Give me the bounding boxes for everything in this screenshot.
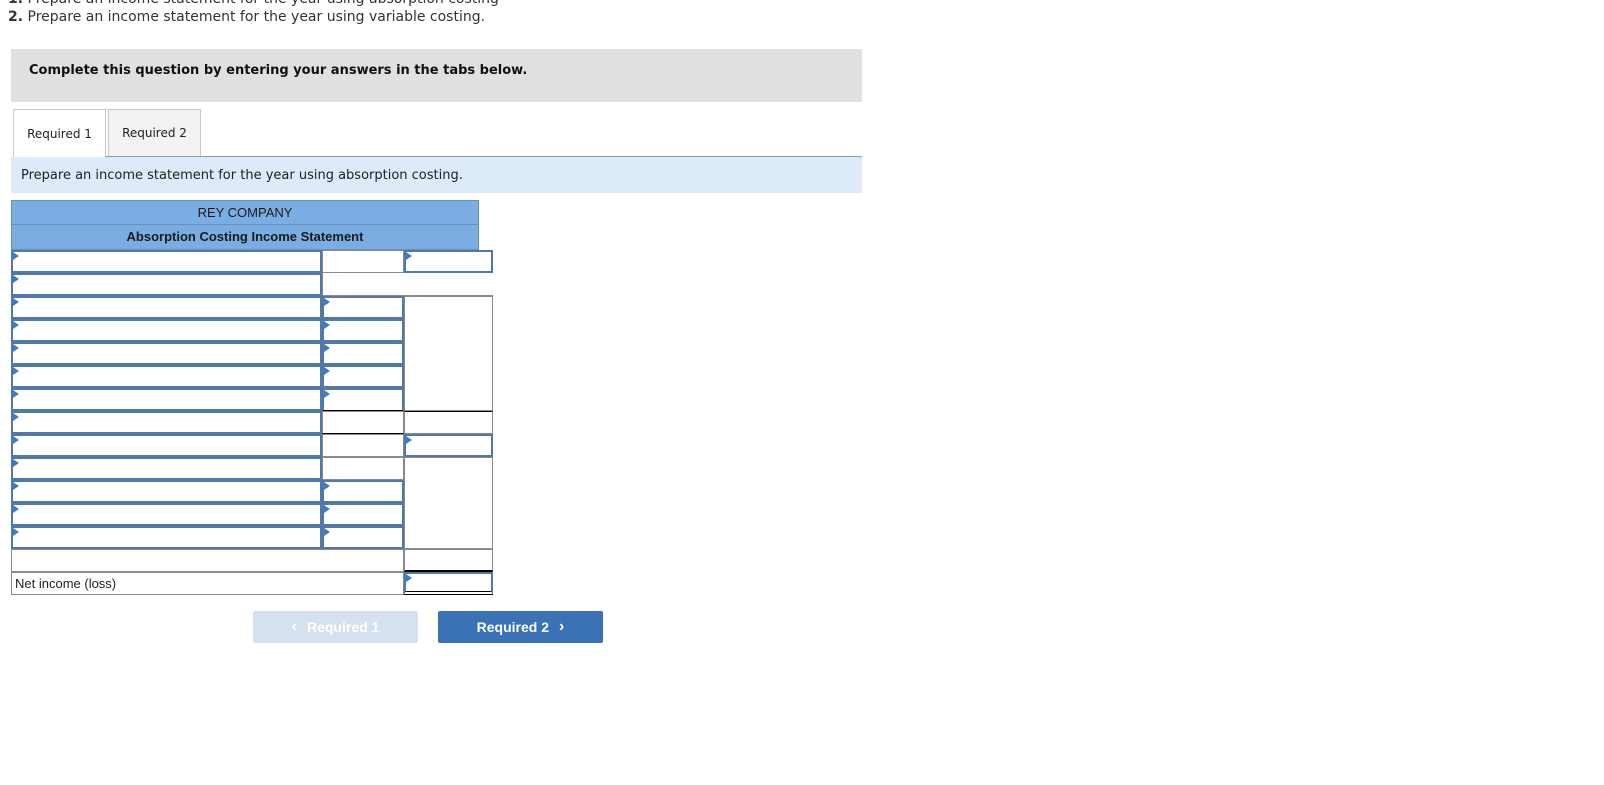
question-number: 2. [8, 9, 24, 25]
dropdown-marker-icon [13, 252, 19, 260]
label-input[interactable] [11, 296, 322, 319]
chevron-left-icon: ‹ [291, 618, 297, 635]
label-input[interactable] [11, 388, 322, 411]
dropdown-marker-icon [13, 321, 19, 329]
amount-input[interactable] [404, 434, 493, 457]
table-row [11, 250, 493, 273]
label-input[interactable] [11, 319, 322, 342]
dropdown-marker-icon [13, 367, 19, 375]
amount-input[interactable] [322, 365, 404, 388]
table-row [11, 342, 479, 365]
label-input[interactable] [11, 273, 322, 296]
empty-cell [404, 411, 493, 434]
table-row [11, 480, 479, 503]
dropdown-marker-icon [324, 367, 330, 375]
dropdown-marker-icon [13, 436, 19, 444]
net-income-label: Net income (loss) [11, 572, 404, 595]
table-row [11, 457, 493, 549]
tab-required-2[interactable]: Required 2 [108, 109, 201, 156]
table-row [11, 273, 493, 296]
label-input[interactable] [11, 250, 322, 273]
prompt-banner: Prepare an income statement for the year… [11, 157, 862, 193]
amount-input[interactable] [404, 250, 493, 273]
amount-input[interactable] [322, 480, 404, 503]
table-row [11, 319, 479, 342]
previous-button-label: Required 1 [306, 619, 380, 635]
table-row [11, 549, 493, 572]
table-row [11, 411, 493, 434]
label-input[interactable] [11, 526, 322, 549]
dropdown-marker-icon [324, 505, 330, 513]
net-income-row: Net income (loss) [11, 572, 493, 595]
label-input[interactable] [11, 480, 322, 503]
dropdown-marker-icon [324, 390, 330, 398]
company-name: REY COMPANY [11, 200, 479, 225]
chevron-right-icon: › [559, 618, 565, 635]
amount-input[interactable] [322, 296, 404, 319]
previous-button[interactable]: ‹ Required 1 [253, 611, 418, 643]
empty-cell [404, 549, 493, 572]
empty-cell [322, 434, 404, 457]
dropdown-marker-icon [13, 344, 19, 352]
amount-input[interactable] [322, 319, 404, 342]
dropdown-marker-icon [13, 482, 19, 490]
dropdown-marker-icon [13, 505, 19, 513]
empty-cell [322, 457, 404, 480]
instructions-text: Complete this question by entering your … [29, 63, 528, 78]
empty-cell [322, 250, 404, 273]
table-row [11, 503, 479, 526]
dropdown-marker-icon [324, 344, 330, 352]
label-input[interactable] [11, 411, 322, 434]
amount-input[interactable] [322, 388, 404, 411]
table-row [11, 388, 479, 411]
dropdown-marker-icon [406, 574, 412, 582]
question-number: 1. [8, 0, 23, 7]
table-row [11, 296, 493, 411]
next-button-label: Required 2 [476, 619, 550, 635]
label-input[interactable] [11, 342, 322, 365]
label-input[interactable] [11, 365, 322, 388]
dropdown-marker-icon [13, 298, 19, 306]
dropdown-marker-icon [324, 528, 330, 536]
dropdown-marker-icon [406, 252, 412, 260]
label-input[interactable] [11, 434, 322, 457]
tab-label: Required 2 [122, 126, 187, 140]
prompt-text: Prepare an income statement for the year… [21, 168, 463, 183]
income-statement-table: REY COMPANY Absorption Costing Income St… [11, 200, 493, 595]
amount-input[interactable] [322, 342, 404, 365]
dropdown-marker-icon [324, 298, 330, 306]
statement-title: Absorption Costing Income Statement [11, 225, 479, 250]
tab-label: Required 1 [27, 127, 92, 141]
table-row [11, 526, 479, 549]
dropdown-marker-icon [13, 528, 19, 536]
tab-required-1[interactable]: Required 1 [13, 109, 106, 158]
label-input[interactable] [11, 457, 322, 480]
table-row [11, 434, 493, 457]
dropdown-marker-icon [13, 390, 19, 398]
next-button[interactable]: Required 2 › [438, 611, 603, 643]
net-income-input[interactable] [404, 572, 493, 595]
dropdown-marker-icon [406, 436, 412, 444]
dropdown-marker-icon [324, 321, 330, 329]
question-text: Prepare an income statement for the year… [27, 9, 486, 25]
table-row [11, 365, 479, 388]
instructions-banner: Complete this question by entering your … [11, 49, 862, 102]
question-line-1: 1. Prepare an income statement for the y… [8, 0, 499, 7]
amount-input[interactable] [322, 526, 404, 549]
dropdown-marker-icon [13, 459, 19, 467]
label-input[interactable] [11, 503, 322, 526]
empty-cell [322, 273, 493, 296]
dropdown-marker-icon [324, 482, 330, 490]
question-line-2: 2. Prepare an income statement for the y… [8, 9, 485, 25]
dropdown-marker-icon [13, 275, 19, 283]
amount-input[interactable] [322, 503, 404, 526]
dropdown-marker-icon [13, 413, 19, 421]
empty-cell [322, 411, 404, 434]
empty-cell [11, 549, 404, 572]
question-text: Prepare an income statement for the year… [28, 0, 499, 7]
